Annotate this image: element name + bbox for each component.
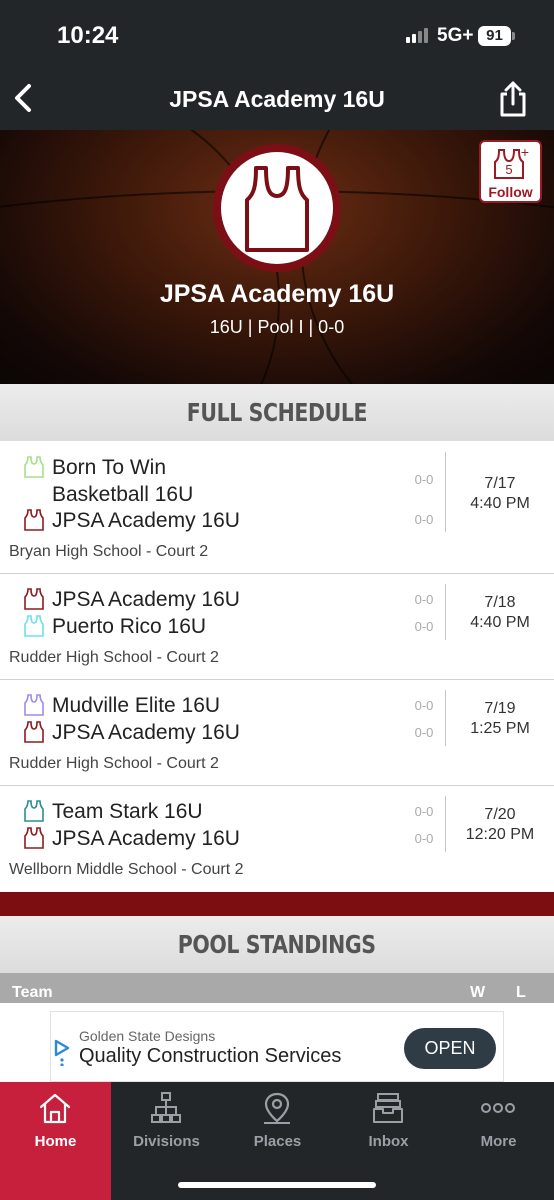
game-venue[interactable]: Bryan High School - Court 2	[9, 543, 208, 561]
team-jersey-icon	[24, 827, 44, 849]
team-jersey-icon	[24, 800, 44, 822]
tab-label: Places	[253, 1133, 302, 1150]
team-name: JPSA Academy 16U	[52, 588, 240, 611]
game-team-1[interactable]: Born To Win Basketball 16U	[24, 454, 193, 508]
team-score: 0-0	[414, 592, 434, 607]
battery-icon: 91	[478, 26, 511, 46]
team-logo	[213, 144, 341, 272]
tab-home[interactable]: Home	[0, 1082, 111, 1200]
bracket-icon	[151, 1092, 181, 1123]
share-icon[interactable]	[496, 80, 530, 118]
game-team-1[interactable]: JPSA Academy 16U	[24, 586, 240, 613]
team-header: 5 + Follow JPSA Academy 16U 16U | Pool I…	[0, 130, 554, 388]
tab-label: Divisions	[133, 1133, 200, 1150]
follow-label: Follow	[488, 184, 533, 200]
jersey-icon	[245, 166, 309, 252]
follow-button[interactable]: 5 + Follow	[479, 140, 542, 203]
team-jersey-icon	[24, 615, 44, 637]
ad-open-button[interactable]: OPEN	[404, 1028, 496, 1069]
status-time: 10:24	[57, 22, 119, 49]
game-row[interactable]: JPSA Academy 16U 0-0 Puerto Rico 16U 0-0…	[0, 574, 554, 680]
network-type: 5G+	[437, 25, 474, 46]
team-jersey-icon	[24, 588, 44, 610]
team-jersey-icon	[24, 509, 44, 531]
svg-text:5: 5	[505, 162, 512, 177]
game-datetime: 7/20 12:20 PM	[465, 806, 535, 843]
tab-label: Inbox	[368, 1133, 409, 1150]
team-jersey-icon	[24, 456, 44, 478]
column-header-team: Team	[12, 984, 53, 1001]
game-team-2[interactable]: Puerto Rico 16U	[24, 613, 206, 640]
game-venue[interactable]: Rudder High School - Court 2	[9, 649, 219, 667]
team-meta: 16U | Pool I | 0-0	[209, 317, 345, 337]
team-name: JPSA Academy 16U	[159, 280, 395, 308]
standings-table-header: Team W L	[0, 973, 554, 1003]
team-name: Puerto Rico 16U	[52, 615, 207, 638]
game-team-2[interactable]: JPSA Academy 16U	[24, 825, 240, 852]
battery-cap	[512, 32, 515, 40]
cellular-signal-icon	[406, 28, 428, 43]
team-jersey-icon	[24, 721, 44, 743]
svg-text:+: +	[521, 146, 529, 160]
team-name: Team Stark 16U	[52, 800, 203, 823]
inbox-icon	[373, 1093, 403, 1123]
game-row[interactable]: Mudville Elite 16U 0-0 JPSA Academy 16U …	[0, 680, 554, 786]
tab-more[interactable]: More	[443, 1082, 554, 1200]
column-header-losses: L	[516, 984, 526, 1001]
team-score: 0-0	[414, 698, 434, 713]
team-name: JPSA Academy 16U	[52, 509, 240, 532]
game-team-1[interactable]: Mudville Elite 16U	[24, 692, 220, 719]
game-venue[interactable]: Rudder High School - Court 2	[9, 755, 219, 773]
game-datetime: 7/19 1:25 PM	[470, 700, 530, 737]
schedule-heading: FULL SCHEDULE	[0, 384, 554, 441]
tab-label: Home	[34, 1133, 77, 1150]
game-row[interactable]: Team Stark 16U 0-0 JPSA Academy 16U 0-0 …	[0, 786, 554, 892]
team-jersey-icon	[24, 694, 44, 716]
game-team-2[interactable]: JPSA Academy 16U	[24, 507, 240, 534]
game-venue[interactable]: Wellborn Middle School - Court 2	[9, 861, 243, 879]
game-team-2[interactable]: JPSA Academy 16U	[24, 719, 240, 746]
tab-label: More	[480, 1133, 517, 1150]
standings-heading: POOL STANDINGS	[0, 916, 554, 973]
game-row[interactable]: Born To Win Basketball 16U 0-0 JPSA Acad…	[0, 441, 554, 574]
ad-advertiser: Golden State Designs	[79, 1028, 216, 1044]
team-score: 0-0	[414, 512, 434, 527]
ad-banner[interactable]: Golden State Designs Quality Constructio…	[50, 1011, 504, 1082]
game-datetime: 7/17 4:40 PM	[470, 475, 530, 512]
more-dots-icon	[481, 1103, 515, 1113]
map-pin-icon	[264, 1092, 290, 1124]
team-name: Born To Win Basketball 16U	[52, 456, 194, 506]
team-name: JPSA Academy 16U	[52, 827, 240, 850]
ad-choices-icon[interactable]	[53, 1038, 71, 1066]
section-divider-band	[0, 892, 554, 916]
game-team-1[interactable]: Team Stark 16U	[24, 798, 203, 825]
navigation-bar: JPSA Academy 16U	[0, 70, 554, 130]
team-score: 0-0	[414, 804, 434, 819]
home-icon	[39, 1093, 71, 1124]
team-score: 0-0	[414, 472, 434, 487]
team-name: JPSA Academy 16U	[52, 721, 240, 744]
team-score: 0-0	[414, 831, 434, 846]
team-score: 0-0	[414, 725, 434, 740]
status-bar: 10:24 5G+ 91	[0, 0, 554, 70]
home-indicator[interactable]	[178, 1182, 376, 1188]
column-header-wins: W	[470, 984, 486, 1001]
team-name: Mudville Elite 16U	[52, 694, 221, 717]
page-title: JPSA Academy 16U	[169, 86, 385, 112]
follow-jersey-icon: 5 +	[494, 146, 529, 179]
game-datetime: 7/18 4:40 PM	[470, 594, 530, 631]
ad-headline[interactable]: Quality Construction Services	[79, 1045, 341, 1068]
team-score: 0-0	[414, 619, 434, 634]
